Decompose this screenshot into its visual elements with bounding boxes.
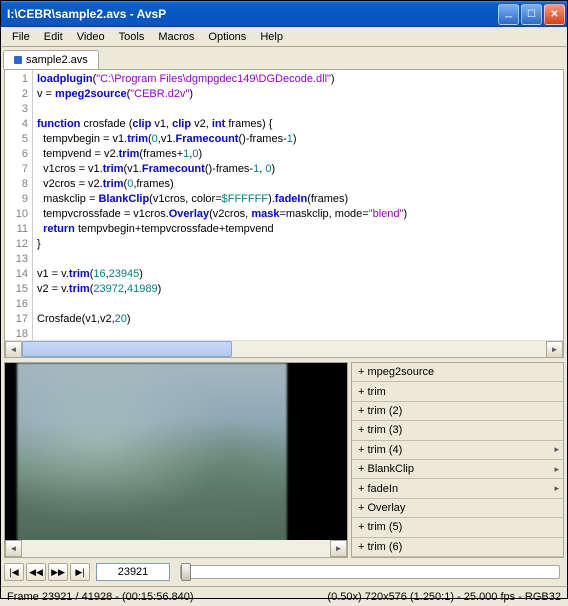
- menu-tools[interactable]: Tools: [112, 29, 152, 45]
- filter-item[interactable]: + trim (3): [352, 421, 563, 440]
- window-title: I:\CEBR\sample2.avs - AvsP: [7, 7, 498, 21]
- menu-options[interactable]: Options: [201, 29, 253, 45]
- video-preview[interactable]: ◄ ►: [4, 362, 348, 558]
- tab-sample2[interactable]: sample2.avs: [3, 50, 99, 69]
- preview-frame-image: [17, 363, 287, 557]
- code-area[interactable]: loadplugin("C:\Program Files\dgmpgdec149…: [33, 70, 563, 340]
- file-icon: [14, 56, 22, 64]
- menu-file[interactable]: File: [5, 29, 37, 45]
- scroll-right-button[interactable]: ►: [546, 341, 563, 358]
- bottom-panel: ◄ ► + mpeg2source+ trim+ trim (2)+ trim …: [4, 362, 564, 558]
- menubar: File Edit Video Tools Macros Options Hel…: [1, 27, 567, 47]
- minimize-button[interactable]: [498, 4, 519, 25]
- maximize-button[interactable]: [521, 4, 542, 25]
- timeline-thumb[interactable]: [181, 563, 191, 581]
- status-video-info: (0.50x) 720x576 (1.250:1) - 25.000 fps -…: [327, 591, 561, 603]
- filter-item[interactable]: + Overlay: [352, 499, 563, 518]
- filter-item[interactable]: + trim (4): [352, 441, 563, 460]
- transport-bar: |◀ ◀◀ ▶▶ ▶| 23921: [4, 561, 564, 583]
- window-controls: [498, 4, 565, 25]
- scroll-track[interactable]: [22, 540, 330, 557]
- filter-item[interactable]: + mpeg2source: [352, 363, 563, 382]
- filter-item[interactable]: + fadeIn: [352, 479, 563, 498]
- preview-hscrollbar[interactable]: ◄ ►: [5, 540, 347, 557]
- filter-list: + mpeg2source+ trim+ trim (2)+ trim (3)+…: [351, 362, 564, 558]
- statusbar: Frame 23921 / 41928 - (00:15:56.840) (0.…: [1, 586, 567, 606]
- prev-frame-button[interactable]: ◀◀: [26, 563, 46, 581]
- next-frame-button[interactable]: ▶▶: [48, 563, 68, 581]
- first-frame-button[interactable]: |◀: [4, 563, 24, 581]
- code-editor[interactable]: 12345678910111213141516171819 loadplugin…: [4, 69, 564, 358]
- last-frame-button[interactable]: ▶|: [70, 563, 90, 581]
- filter-item[interactable]: + trim (2): [352, 402, 563, 421]
- titlebar: I:\CEBR\sample2.avs - AvsP: [1, 1, 567, 27]
- scroll-thumb[interactable]: [22, 341, 232, 357]
- frame-number-input[interactable]: 23921: [96, 563, 170, 581]
- close-button[interactable]: [544, 4, 565, 25]
- status-frame-info: Frame 23921 / 41928 - (00:15:56.840): [7, 591, 194, 603]
- line-number-gutter: 12345678910111213141516171819: [5, 70, 33, 340]
- scroll-left-button[interactable]: ◄: [5, 341, 22, 358]
- menu-macros[interactable]: Macros: [151, 29, 201, 45]
- scroll-track[interactable]: [22, 341, 546, 357]
- editor-hscrollbar[interactable]: ◄ ►: [5, 340, 563, 357]
- menu-help[interactable]: Help: [253, 29, 290, 45]
- filter-item[interactable]: + trim: [352, 382, 563, 401]
- timeline-slider[interactable]: [180, 565, 560, 579]
- menu-video[interactable]: Video: [70, 29, 112, 45]
- tab-label: sample2.avs: [26, 54, 88, 66]
- menu-edit[interactable]: Edit: [37, 29, 70, 45]
- scroll-right-button[interactable]: ►: [330, 540, 347, 557]
- tab-strip: sample2.avs: [1, 47, 567, 69]
- scroll-left-button[interactable]: ◄: [5, 540, 22, 557]
- filter-item[interactable]: + trim (6): [352, 538, 563, 557]
- filter-item[interactable]: + trim (5): [352, 518, 563, 537]
- filter-item[interactable]: + BlankClip: [352, 460, 563, 479]
